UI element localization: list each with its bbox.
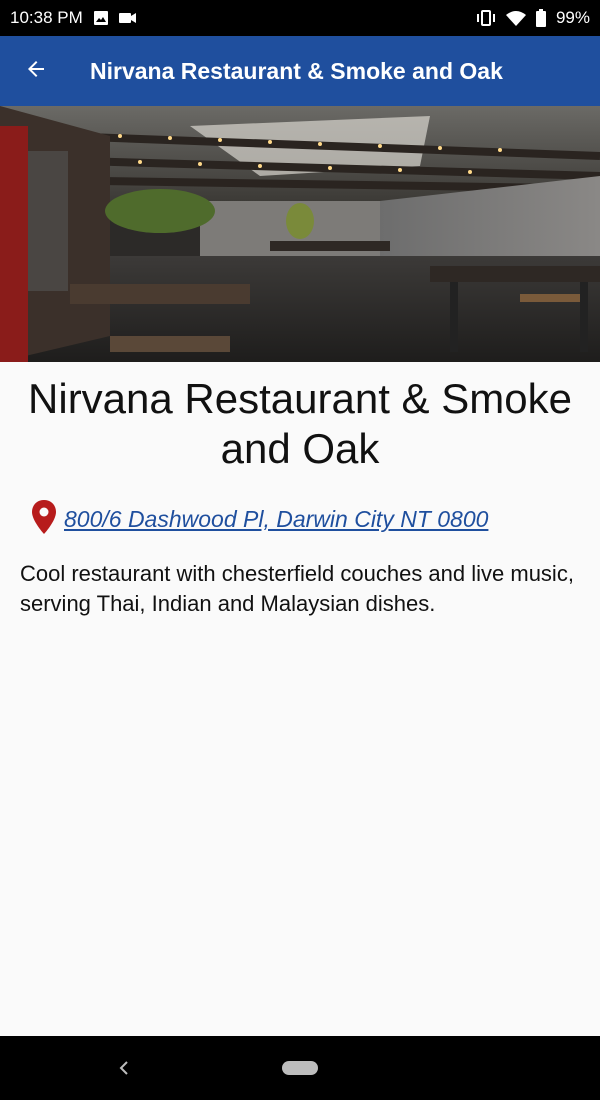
- status-time: 10:38 PM: [10, 8, 83, 27]
- vibrate-icon: [476, 10, 496, 26]
- back-chevron-icon[interactable]: [112, 1054, 136, 1082]
- app-bar: Nirvana Restaurant & Smoke and Oak: [0, 36, 600, 106]
- status-left: 10:38 PM: [10, 8, 137, 28]
- address-link[interactable]: 800/6 Dashwood Pl, Darwin City NT 0800: [64, 506, 488, 533]
- restaurant-photo: [0, 106, 600, 362]
- video-icon: [118, 11, 137, 25]
- app-bar-title: Nirvana Restaurant & Smoke and Oak: [90, 57, 503, 84]
- place-title: Nirvana Restaurant & Smoke and Oak: [28, 375, 572, 472]
- image-icon: [93, 10, 109, 26]
- status-right: 99%: [476, 8, 590, 28]
- back-button[interactable]: [0, 36, 72, 106]
- status-bar: 10:38 PM 99%: [0, 0, 600, 36]
- wifi-icon: [505, 10, 526, 26]
- map-pin-icon: [32, 500, 56, 539]
- place-description: Cool restaurant with chesterfield couche…: [20, 561, 574, 616]
- address-row: 800/6 Dashwood Pl, Darwin City NT 0800: [0, 500, 600, 539]
- home-pill-icon[interactable]: [282, 1061, 318, 1075]
- battery-percent: 99%: [555, 8, 590, 27]
- arrow-left-icon: [24, 57, 48, 86]
- navigation-bar: [0, 1036, 600, 1100]
- place-details: Nirvana Restaurant & Smoke and Oak 800/6…: [0, 362, 600, 619]
- battery-icon: [535, 9, 546, 27]
